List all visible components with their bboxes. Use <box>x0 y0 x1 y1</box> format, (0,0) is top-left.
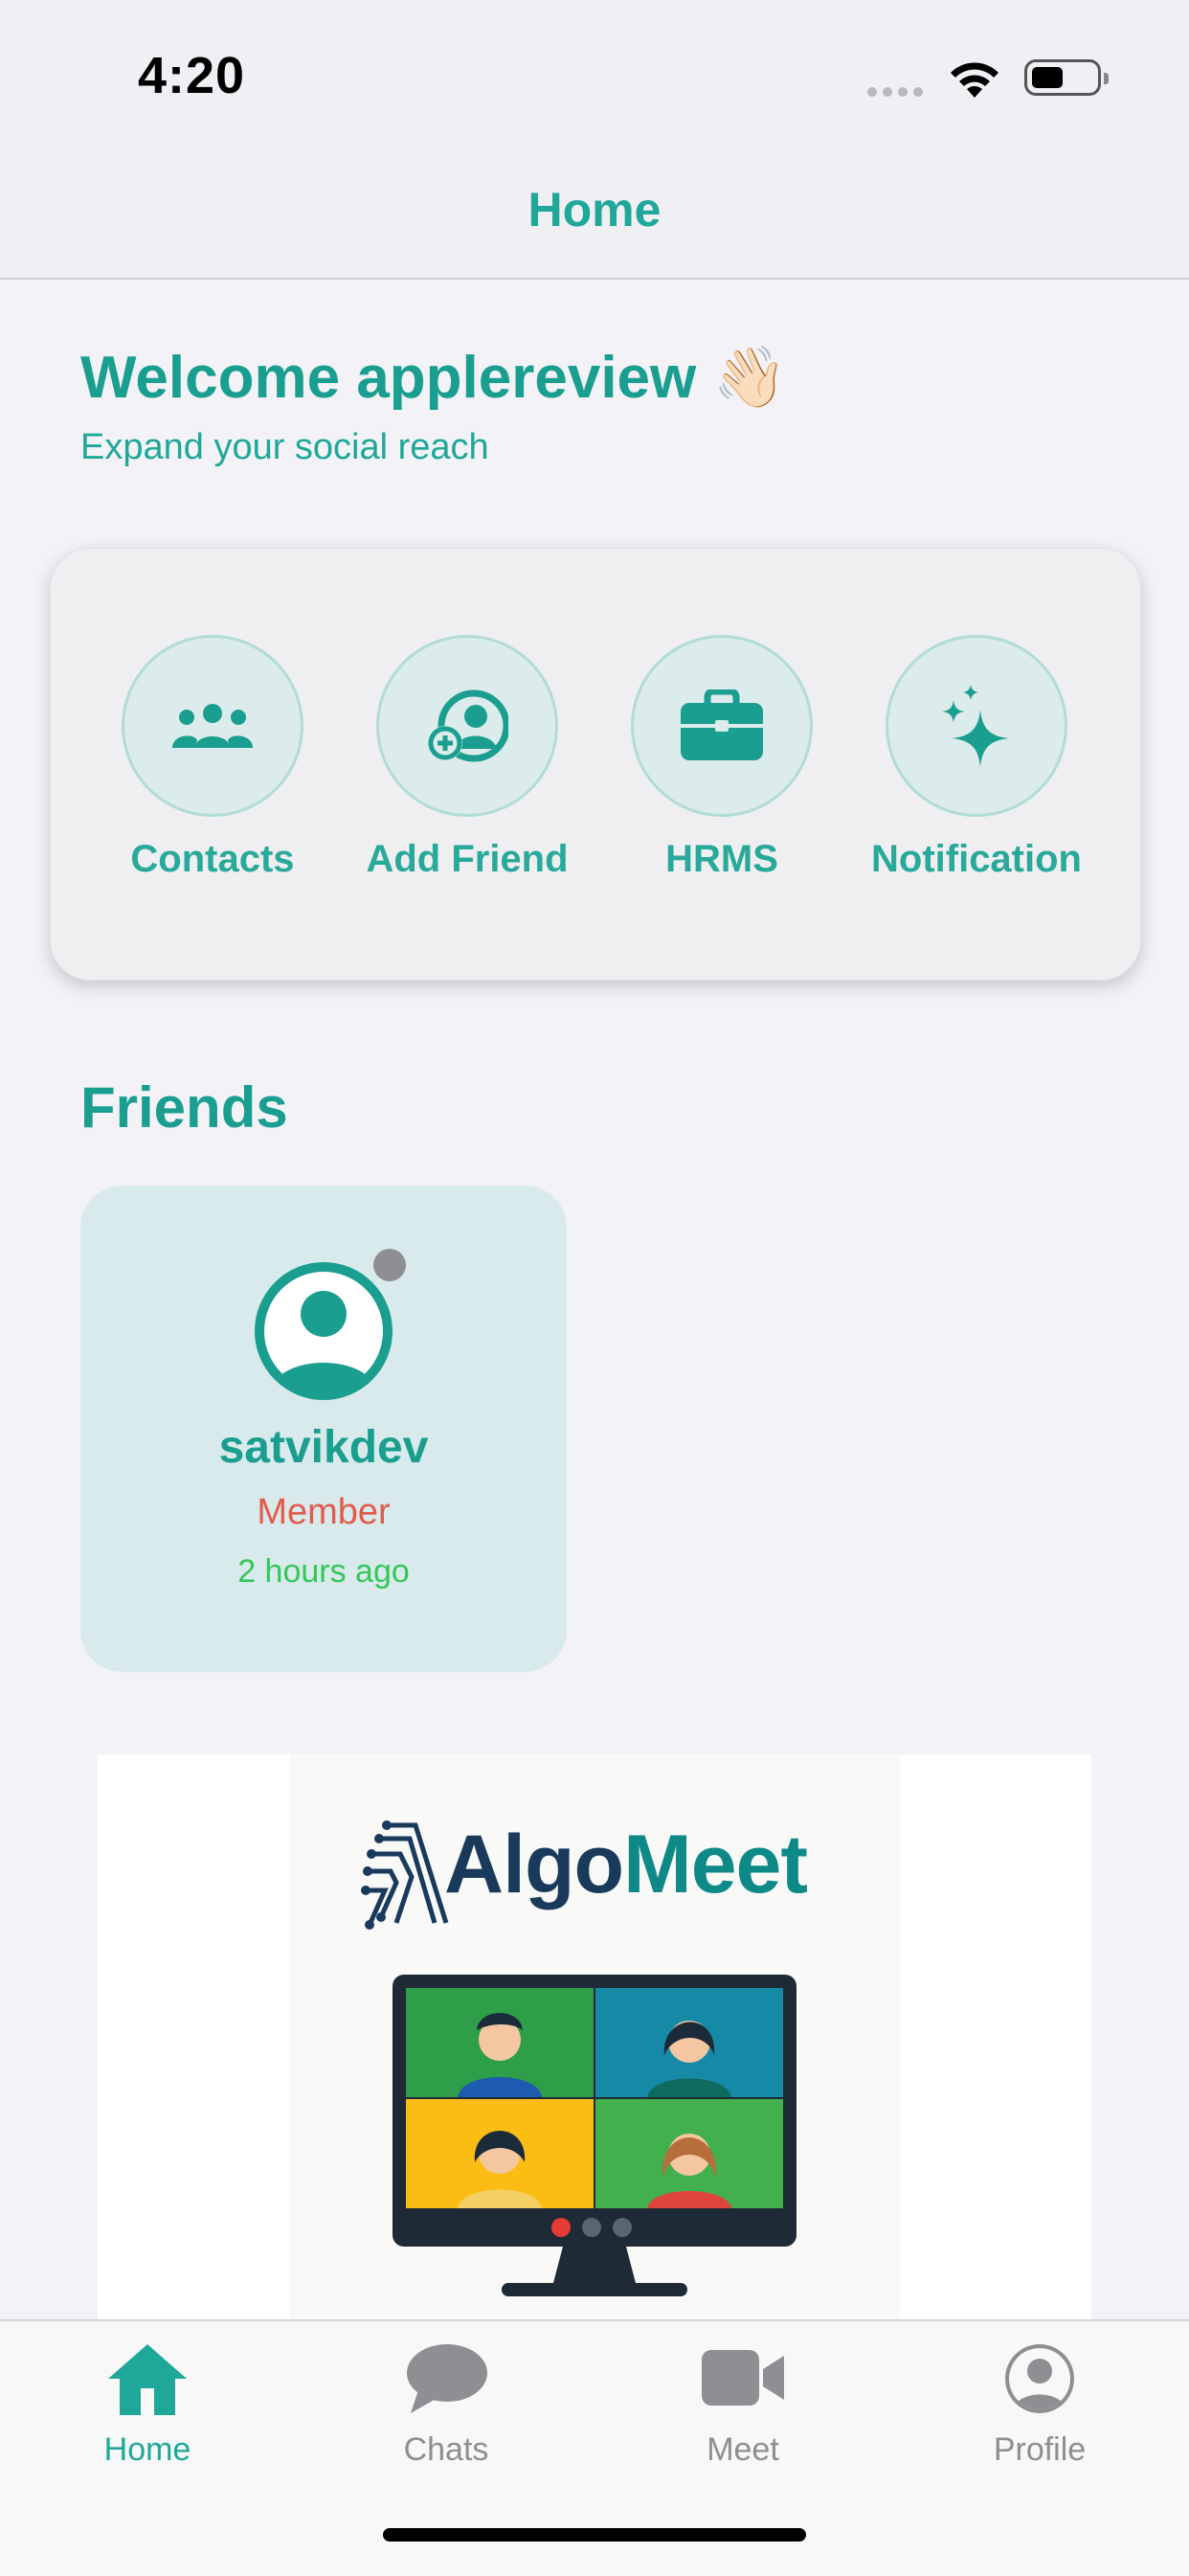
home-icon <box>108 2344 187 2415</box>
profile-icon <box>1005 2344 1074 2413</box>
tab-chats-label: Chats <box>403 2431 489 2468</box>
friend-role: Member <box>257 1492 391 1532</box>
welcome-heading: Welcome applereview 👋🏻 <box>80 345 787 411</box>
algomeet-wordmark: AlgoMeet <box>444 1818 808 1912</box>
brand-algo: Algo <box>444 1819 624 1910</box>
status-bar: 4:20 <box>0 0 1189 144</box>
video-camera-icon <box>702 2350 784 2406</box>
status-time: 4:20 <box>138 47 246 104</box>
tab-profile[interactable]: Profile <box>944 2340 1135 2469</box>
tab-home-label: Home <box>103 2431 191 2468</box>
brand-meet: Meet <box>623 1819 808 1910</box>
page-title: Home <box>527 183 662 237</box>
hrms-label: HRMS <box>665 838 778 880</box>
navigation-bar: Home <box>0 144 1189 280</box>
sparkles-icon <box>942 685 1009 767</box>
algomeet-banner[interactable]: AlgoMeet <box>98 1754 1091 2319</box>
avatar-icon <box>255 1262 393 1400</box>
friend-name: satvikdev <box>218 1422 429 1473</box>
tab-home[interactable]: Home <box>52 2340 243 2469</box>
friends-heading: Friends <box>80 1075 288 1140</box>
notification-button[interactable]: Notification <box>857 635 1096 881</box>
presence-status-dot <box>373 1249 406 1281</box>
cellular-signal-icon <box>867 84 929 102</box>
notification-label: Notification <box>871 838 1082 880</box>
friend-last-seen: 2 hours ago <box>237 1553 410 1590</box>
add-friend-label: Add Friend <box>366 838 569 880</box>
home-indicator[interactable] <box>383 2528 806 2542</box>
contacts-label: Contacts <box>130 838 295 880</box>
people-icon <box>172 704 253 748</box>
chat-bubble-icon <box>407 2344 487 2413</box>
video-conference-illustration <box>393 1975 796 2296</box>
add-person-icon <box>428 689 508 762</box>
wifi-icon <box>951 62 998 98</box>
tab-meet[interactable]: Meet <box>647 2340 839 2469</box>
hrms-button[interactable]: HRMS <box>602 635 841 881</box>
welcome-subtitle: Expand your social reach <box>80 427 489 467</box>
tab-chats[interactable]: Chats <box>350 2340 542 2469</box>
contacts-button[interactable]: Contacts <box>93 635 332 881</box>
briefcase-icon <box>681 689 763 760</box>
tab-meet-label: Meet <box>707 2431 779 2468</box>
algomeet-logo-icon <box>361 1820 449 1930</box>
battery-icon <box>1024 59 1109 96</box>
quick-actions-card: Contacts Add Friend HRMS Notification <box>50 548 1141 981</box>
friend-card[interactable]: satvikdev Member 2 hours ago <box>80 1186 567 1672</box>
tab-profile-label: Profile <box>993 2431 1087 2468</box>
add-friend-button[interactable]: Add Friend <box>348 635 587 881</box>
